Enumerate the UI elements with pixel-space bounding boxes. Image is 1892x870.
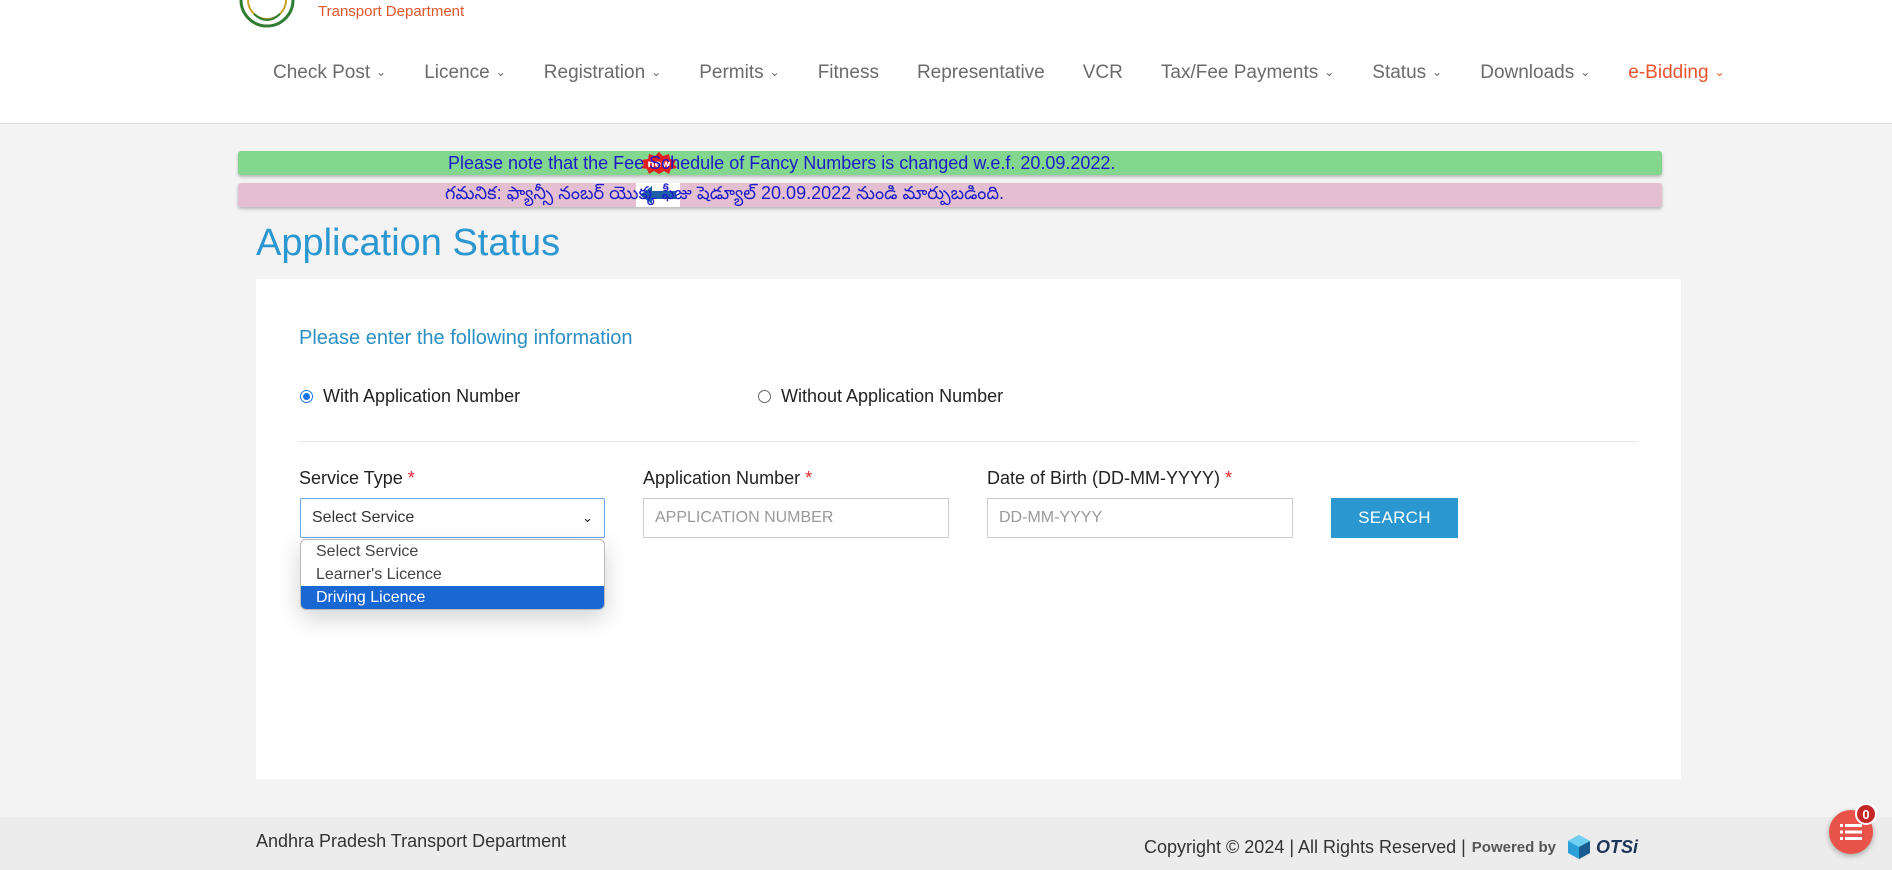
nav-vcr[interactable]: VCR	[1064, 62, 1142, 84]
application-number-input[interactable]: APPLICATION NUMBER	[643, 498, 949, 538]
search-button[interactable]: SEARCH	[1331, 498, 1458, 538]
list-icon	[1840, 824, 1862, 840]
nav-e-bidding[interactable]: e-Bidding ⌄	[1609, 62, 1743, 84]
nav-licence[interactable]: Licence ⌄	[405, 62, 525, 84]
chevron-down-icon: ⌄	[582, 510, 593, 525]
notification-count-badge: 0	[1855, 803, 1877, 825]
nav-permits[interactable]: Permits ⌄	[680, 62, 798, 84]
chevron-down-icon: ⌄	[1714, 65, 1725, 79]
chevron-down-icon: ⌄	[1580, 65, 1591, 79]
chevron-down-icon: ⌄	[376, 65, 387, 79]
notice-text-english: Please note that the Fee Schedule of Fan…	[448, 152, 1116, 173]
dob-input[interactable]: DD-MM-YYYY	[987, 498, 1293, 538]
service-type-value: Select Service	[312, 509, 415, 526]
service-type-select[interactable]: Select Service ⌄	[300, 498, 605, 538]
option-select-service[interactable]: Select Service	[301, 540, 604, 563]
nav-fitness[interactable]: Fitness	[799, 62, 898, 84]
chevron-down-icon: ⌄	[1432, 65, 1443, 79]
footer-copyright: Copyright © 2024 | All Rights Reserved |…	[1144, 834, 1638, 860]
option-learners-licence[interactable]: Learner's Licence	[301, 563, 604, 586]
service-type-dropdown: Select Service Learner's Licence Driving…	[300, 539, 605, 610]
nav-tax-fee-payments[interactable]: Tax/Fee Payments ⌄	[1142, 62, 1353, 84]
option-driving-licence[interactable]: Driving Licence	[301, 586, 604, 609]
form-subtitle: Please enter the following information	[299, 327, 633, 349]
status-form-card: Please enter the following information W…	[256, 279, 1681, 779]
otsi-cube-icon	[1567, 835, 1590, 859]
chevron-down-icon: ⌄	[651, 65, 662, 79]
nav-representative[interactable]: Representative	[898, 62, 1064, 84]
page-title: Application Status	[256, 222, 561, 264]
svg-text:~: ~	[264, 22, 269, 29]
nav-registration[interactable]: Registration ⌄	[525, 62, 680, 84]
dob-label: Date of Birth (DD-MM-YYYY) *	[987, 468, 1233, 488]
divider	[299, 441, 1637, 442]
chevron-down-icon: ⌄	[769, 65, 780, 79]
notice-ticker-telugu: గమనిక: ఫ్యాన్సీ నంబర్ యొక్క ఫీజు షెడ్యూల…	[238, 183, 1662, 207]
radio-label: Without Application Number	[781, 386, 1004, 406]
radio-with-application-number[interactable]: With Application Number	[300, 386, 520, 407]
nav-check-post[interactable]: Check Post ⌄	[254, 62, 405, 84]
radio-without-application-number[interactable]: Without Application Number	[758, 386, 1003, 407]
service-type-label: Service Type *	[299, 468, 415, 488]
department-name: Transport Department	[318, 3, 465, 20]
nav-downloads[interactable]: Downloads ⌄	[1461, 62, 1609, 84]
radio-label: With Application Number	[323, 386, 521, 406]
notice-text-telugu: గమనిక: ఫ్యాన్సీ నంబర్ యొక్క ఫీజు షెడ్యూల…	[445, 182, 1005, 203]
radio-button[interactable]	[758, 390, 771, 403]
site-footer: Andhra Pradesh Transport Department Copy…	[0, 817, 1892, 870]
radio-button-checked[interactable]	[300, 390, 313, 403]
nav-status[interactable]: Status ⌄	[1353, 62, 1461, 84]
notice-ticker-english: new Please note that the Fee Schedule of…	[238, 151, 1662, 175]
footer-org-name: Andhra Pradesh Transport Department	[256, 831, 567, 851]
main-nav: Check Post ⌄ Licence ⌄ Registration ⌄ Permi…	[254, 58, 1744, 88]
application-number-label: Application Number *	[643, 468, 813, 488]
otsi-logo[interactable]: OTSi	[1566, 834, 1638, 860]
site-header: ~ Transport Department Check Post ⌄ Licen…	[0, 0, 1892, 124]
chevron-down-icon: ⌄	[495, 65, 506, 79]
chevron-down-icon: ⌄	[1324, 65, 1335, 79]
emblem-logo-icon[interactable]: ~	[236, 0, 298, 30]
